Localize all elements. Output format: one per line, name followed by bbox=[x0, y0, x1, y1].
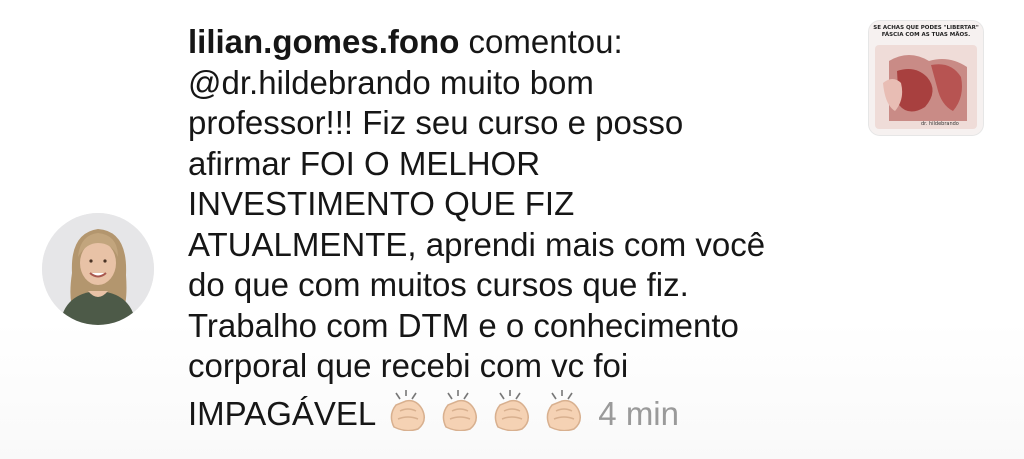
comment-line: ATUALMENTE, aprendi mais com você bbox=[188, 225, 766, 263]
avatar[interactable] bbox=[42, 213, 154, 325]
comment-line: Trabalho com DTM e o conhecimento bbox=[188, 306, 739, 344]
clapping-hands-icon bbox=[438, 387, 484, 431]
clapping-hands-icon bbox=[490, 387, 536, 431]
svg-text:dr. hildebrando: dr. hildebrando bbox=[921, 121, 959, 127]
comment-line: INVESTIMENTO QUE FIZ bbox=[188, 185, 575, 222]
clapping-hands-icon bbox=[386, 387, 432, 431]
username[interactable]: lilian.gomes.fono bbox=[188, 23, 459, 60]
comment-line: do que com muitos cursos que fiz. bbox=[188, 266, 689, 303]
comment-line: afirmar FOI O MELHOR bbox=[188, 144, 541, 182]
comment-line: @dr.hildebrando muito bom bbox=[188, 63, 594, 101]
user-photo bbox=[42, 213, 154, 325]
comment-line: IMPAGÁVEL bbox=[188, 394, 377, 432]
comment-action: comentou: bbox=[468, 23, 623, 60]
post-thumbnail-caption: SE ACHAS QUE PODES "LIBERTAR" FÁSCIA COM… bbox=[873, 25, 979, 38]
clapping-hands-icon bbox=[542, 387, 588, 431]
comment-header-line: lilian.gomes.fono comentou: bbox=[188, 22, 858, 63]
clap-emoji-group bbox=[386, 387, 588, 431]
comment-text: lilian.gomes.fono comentou: @dr.hildebra… bbox=[188, 22, 858, 434]
comment-line: professor!!! Fiz seu curso e posso bbox=[188, 104, 684, 141]
comment-last-line: IMPAGÁVEL 4 min bbox=[188, 387, 858, 435]
comment-notification[interactable]: lilian.gomes.fono comentou: @dr.hildebra… bbox=[0, 0, 1024, 459]
comment-timestamp: 4 min bbox=[598, 394, 679, 432]
comment-line: corporal que recebi com vc foi bbox=[188, 347, 629, 384]
post-thumbnail[interactable]: dr. hildebrando SE ACHAS QUE PODES "LIBE… bbox=[868, 20, 984, 136]
